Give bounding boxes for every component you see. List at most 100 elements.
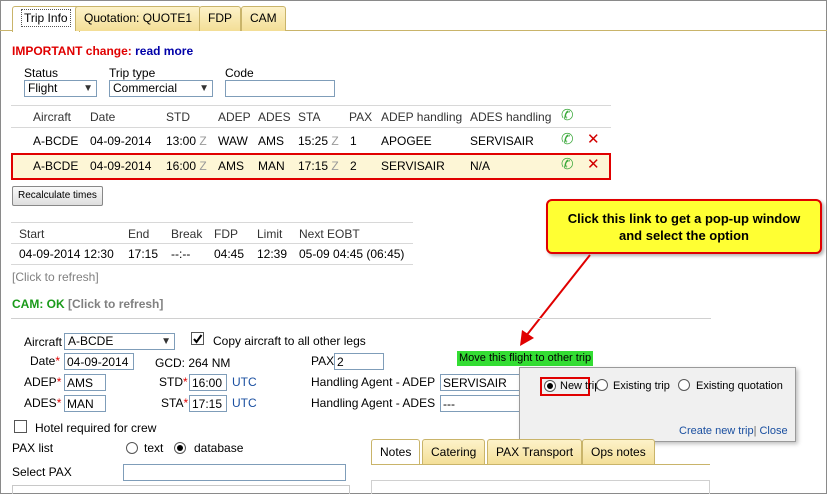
tab-fdp[interactable]: FDP [199, 6, 241, 31]
fdp-end: 17:15 [128, 247, 159, 261]
std-input[interactable] [189, 374, 227, 391]
leg-std: 13:00 Z [166, 134, 207, 148]
move-flight-link[interactable]: Move this flight to other trip [457, 351, 594, 366]
delete-icon[interactable]: ✕ [587, 130, 600, 148]
tab-catering[interactable]: Catering [422, 439, 486, 465]
fdp-break: --:-- [171, 247, 191, 261]
pax-list-label: PAX list [12, 441, 54, 455]
select-pax-input[interactable] [123, 464, 346, 481]
handling-adep-label: Handling Agent - ADEP [311, 375, 436, 389]
cam-status: CAM: OK [Click to refresh] [12, 297, 163, 311]
handling-adep-input[interactable] [440, 374, 526, 391]
important-label: IMPORTANT change: [12, 44, 132, 58]
code-label: Code [225, 66, 254, 80]
popup-links: Create new trip| Close [679, 425, 788, 437]
fdp-header-line [11, 243, 413, 244]
pax-list-text-radio[interactable] [126, 442, 138, 454]
col-pax: PAX [349, 110, 373, 124]
gcd-value: GCD: 264 NM [155, 356, 231, 370]
fdp-start: 04-09-2014 12:30 [19, 247, 114, 261]
leg-adep-handling: APOGEE [381, 134, 432, 148]
copy-aircraft-checkbox[interactable] [191, 332, 204, 345]
recalculate-times-button[interactable]: Recalculate times [12, 186, 103, 206]
date-label-text: Date [30, 354, 56, 368]
sta-input[interactable] [189, 395, 227, 412]
popup-link-separator: | [753, 425, 757, 437]
adep-input[interactable] [64, 374, 106, 391]
tab-quotation[interactable]: Quotation: QUOTE1 [75, 6, 202, 31]
ades-input[interactable] [64, 395, 106, 412]
std-label-text: STD [159, 375, 183, 389]
trip-type-select-value: Commercial [113, 81, 178, 95]
hotel-label: Hotel required for crew [35, 421, 157, 435]
phone-icon[interactable]: ✆ [561, 106, 574, 124]
leg-std: 16:00 Z [166, 159, 207, 173]
pax-list-database-radio[interactable] [174, 442, 186, 454]
aircraft-select[interactable]: A-BCDE ▼ [64, 333, 175, 350]
notes-textarea[interactable] [371, 480, 710, 494]
move-flight-popup: New trip Existing trip Existing quotatio… [519, 367, 796, 442]
sta-label: STA* [161, 396, 189, 410]
tab-trip-info-label: Trip Info [21, 9, 71, 27]
leg-sta: 17:15 Z [298, 159, 339, 173]
close-popup-link[interactable]: Close [759, 425, 787, 437]
callout-line-1: Click this link to get a pop-up window [567, 211, 801, 226]
col-adep: ADEP [218, 110, 251, 124]
leg-aircraft: A-BCDE [33, 134, 79, 148]
tab-pax-transport[interactable]: PAX Transport [487, 439, 583, 465]
fdp-fdp: 04:45 [214, 247, 245, 261]
legs-table-top-line [11, 105, 611, 106]
leg-aircraft: A-BCDE [33, 159, 79, 173]
leg-date: 04-09-2014 [90, 134, 152, 148]
tab-notes[interactable]: Notes [371, 439, 421, 465]
tab-ops-notes[interactable]: Ops notes [582, 439, 655, 465]
delete-icon[interactable]: ✕ [587, 155, 600, 173]
leg-std-value: 16:00 [166, 159, 197, 173]
adep-label: ADEP* [24, 375, 62, 389]
leg-adep: WAW [218, 134, 248, 148]
phone-icon[interactable]: ✆ [561, 130, 574, 148]
hotel-checkbox[interactable] [14, 420, 27, 433]
existing-quotation-radio[interactable] [678, 379, 690, 391]
date-input[interactable] [64, 353, 134, 370]
new-trip-radio[interactable] [544, 380, 556, 392]
form-divider [11, 318, 711, 319]
new-trip-label: New trip [560, 380, 601, 392]
fdp-col-limit: Limit [257, 227, 283, 241]
trip-type-label: Trip type [109, 66, 156, 80]
leg-sta-value: 17:15 [298, 159, 329, 173]
zone-mark: Z [331, 159, 339, 173]
status-label: Status [24, 66, 59, 80]
pax-list-box[interactable] [12, 485, 350, 494]
handling-ades-input[interactable] [440, 395, 526, 412]
tab-cam[interactable]: CAM [241, 6, 286, 31]
adep-label-text: ADEP [24, 375, 57, 389]
read-more-link[interactable]: read more [135, 44, 193, 58]
fdp-col-break: Break [171, 227, 203, 241]
zone-mark: Z [199, 159, 207, 173]
code-input[interactable] [225, 80, 335, 97]
pax-input[interactable] [334, 353, 384, 370]
status-select-value: Flight [28, 81, 58, 95]
col-aircraft: Aircraft [33, 110, 72, 124]
important-notice: IMPORTANT change: read more [12, 44, 193, 58]
std-utc-label: UTC [232, 375, 257, 389]
tab-trip-info[interactable]: Trip Info [12, 6, 80, 32]
existing-trip-radio[interactable] [596, 379, 608, 391]
leg-ades: MAN [258, 159, 285, 173]
fdp-refresh-link[interactable]: [Click to refresh] [12, 270, 99, 284]
col-std: STD [166, 110, 190, 124]
status-select[interactable]: Flight ▼ [24, 80, 97, 97]
check-icon [193, 334, 203, 344]
fdp-col-start: Start [19, 227, 45, 241]
col-ades-handling: ADES handling [470, 110, 552, 124]
leg-ades-handling: N/A [470, 159, 491, 173]
pax-list-database-label: database [194, 441, 244, 455]
existing-trip-label: Existing trip [613, 380, 670, 392]
trip-type-select[interactable]: Commercial ▼ [109, 80, 213, 97]
create-new-trip-link[interactable]: Create new trip [679, 425, 754, 437]
phone-icon[interactable]: ✆ [561, 155, 574, 173]
leg-pax: 1 [350, 134, 357, 148]
cam-refresh-link[interactable]: [Click to refresh] [68, 297, 163, 311]
zone-mark: Z [331, 134, 339, 148]
